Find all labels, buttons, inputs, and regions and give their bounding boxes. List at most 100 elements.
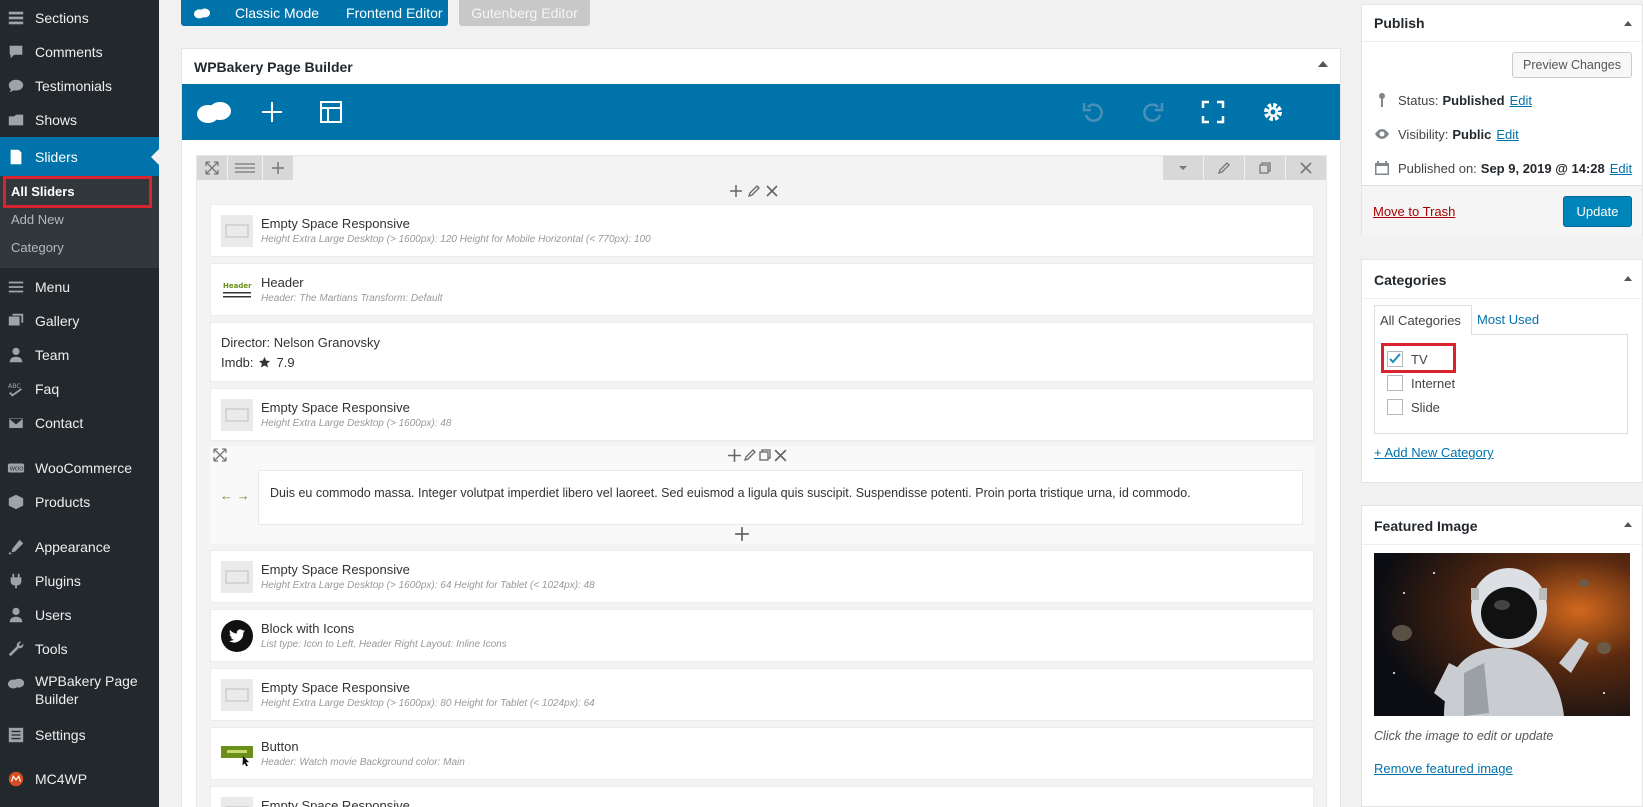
sidebar-item-label: Gallery [35,313,80,329]
element-empty-space[interactable]: Empty Space Responsive Height Extra Larg… [210,668,1314,721]
preview-changes-button[interactable]: Preview Changes [1512,52,1632,78]
sidebar-item-faq[interactable]: ABC Faq [0,377,159,401]
inner-clone-icon[interactable] [758,448,772,462]
publish-toggle-icon[interactable] [1624,21,1632,26]
element-params: Height Extra Large Desktop (> 1600px): 4… [261,418,452,429]
inner-edit-icon[interactable] [743,448,757,462]
submenu-category[interactable]: Category [11,240,64,255]
column-add-icon[interactable] [729,184,743,198]
sidebar-item-users[interactable]: Users [0,603,159,627]
update-button[interactable]: Update [1563,196,1632,227]
element-empty-space[interactable]: Empty Space Responsive [210,786,1314,807]
sidebar-item-label: Menu [35,279,71,295]
row-add-column-icon[interactable] [263,156,293,180]
featured-image-thumbnail[interactable] [1374,553,1630,716]
element-text-block[interactable]: Duis eu commodo massa. Integer volutpat … [258,470,1303,525]
sidebar-item-label: MC4WP [35,771,88,787]
sidebar-item-sections[interactable]: Sections [0,6,159,30]
sidebar-item-woocommerce[interactable]: WOO WooCommerce [0,456,159,480]
element-name: Empty Space Responsive [261,562,410,577]
category-item-internet[interactable]: Internet [1387,375,1455,391]
edit-visibility-link[interactable]: Edit [1496,127,1518,142]
panel-toggle-icon[interactable] [1318,61,1328,67]
wpbakery-toolbar [182,84,1340,140]
inner-row-controls [727,448,788,463]
published-on-row: Published on: Sep 9, 2019 @ 14:28 Edit [1374,160,1632,176]
gutenberg-editor-button[interactable]: Gutenberg Editor [459,0,590,26]
featured-image-title: Featured Image [1374,518,1478,534]
inner-add-element-icon[interactable] [734,526,750,542]
element-empty-space[interactable]: Empty Space Responsive Height Extra Larg… [210,550,1314,603]
row-delete-icon[interactable] [1286,156,1326,180]
element-empty-space[interactable]: Empty Space Responsive Height Extra Larg… [210,204,1314,257]
sections-icon [6,8,26,28]
row-move-icon[interactable] [197,156,227,180]
element-button[interactable]: Button Header: Watch movie Background co… [210,727,1314,780]
sidebar-item-gallery[interactable]: Gallery [0,309,159,333]
separator [1362,544,1642,545]
edit-date-link[interactable]: Edit [1610,161,1632,176]
gear-icon[interactable] [1259,98,1287,126]
sidebar-item-appearance[interactable]: Appearance [0,535,159,559]
category-item-slide[interactable]: Slide [1387,399,1440,415]
sidebar-item-shows[interactable]: Shows [0,108,159,132]
redo-icon[interactable] [1139,98,1167,126]
element-block-with-icons[interactable]: Block with Icons List type: Icon to Left… [210,609,1314,662]
sidebar-item-settings[interactable]: Settings [0,723,159,747]
add-new-category-link[interactable]: + Add New Category [1374,445,1494,460]
row-clone-icon[interactable] [1245,156,1285,180]
sidebar-item-products[interactable]: Products [0,490,159,514]
fullscreen-icon[interactable] [1199,98,1227,126]
remove-featured-image-link[interactable]: Remove featured image [1374,761,1513,776]
sidebar-item-sliders[interactable]: Sliders [0,137,159,176]
column-delete-icon[interactable] [765,184,779,198]
sidebar-item-mc4wp[interactable]: MC4WP [0,767,159,791]
element-empty-space[interactable]: Empty Space Responsive Height Extra Larg… [210,388,1314,441]
column-edit-icon[interactable] [747,184,761,198]
sidebar-item-testimonials[interactable]: Testimonials [0,74,159,98]
eye-icon [1375,129,1389,139]
sidebar-item-tools[interactable]: Tools [0,637,159,661]
templates-icon[interactable] [317,98,345,126]
classic-mode-button[interactable]: Classic Mode [235,5,319,21]
tab-all-categories[interactable]: All Categories [1374,305,1472,335]
frontend-editor-button[interactable]: Frontend Editor [346,5,443,21]
sidebar-item-menu[interactable]: Menu [0,275,159,299]
row-layout-icon[interactable] [228,156,262,180]
element-header[interactable]: Header Header Header: The Martians Trans… [210,263,1314,316]
inner-delete-icon[interactable] [773,448,788,463]
submenu-add-new[interactable]: Add New [11,212,64,227]
add-element-icon[interactable] [258,98,286,126]
move-to-trash-link[interactable]: Move to Trash [1373,204,1455,219]
inner-row-move-icon[interactable] [213,448,227,462]
sidebar-item-label: Team [35,347,70,363]
wpbakery-cloud-icon[interactable] [196,98,232,126]
checkbox-internet[interactable] [1387,375,1403,391]
empty-space-icon [221,399,253,431]
tab-most-used[interactable]: Most Used [1477,312,1539,327]
sidebar-item-plugins[interactable]: Plugins [0,569,159,593]
sidebar-item-label: Contact [35,415,84,431]
inner-add-icon[interactable] [727,448,742,463]
element-text-director[interactable]: Director: Nelson Granovsky Imdb: 7.9 [210,322,1314,382]
sidebar-item-comments[interactable]: Comments [0,40,159,64]
wpbakery-icon [6,674,26,694]
edit-status-link[interactable]: Edit [1510,93,1532,108]
sidebar-item-contact[interactable]: Contact [0,411,159,435]
categories-title: Categories [1374,272,1447,288]
calendar-icon [1375,161,1389,175]
admin-sidebar: Sections Comments Testimonials Shows Sli… [0,0,159,807]
element-params: Height Extra Large Desktop (> 1600px): 6… [261,580,595,591]
sidebar-item-wpbakery[interactable]: WPBakery Page Builder [0,672,159,708]
undo-icon[interactable] [1079,98,1107,126]
sidebar-item-team[interactable]: Team [0,343,159,367]
row-edit-icon[interactable] [1204,156,1244,180]
row-controls-right [1162,156,1326,180]
featured-toggle-icon[interactable] [1624,522,1632,527]
plugins-icon [6,571,26,591]
builder-row: Empty Space Responsive Height Extra Larg… [196,155,1327,807]
categories-box: Categories All Categories Most Used TV I… [1361,259,1643,483]
categories-toggle-icon[interactable] [1624,276,1632,281]
checkbox-slide[interactable] [1387,399,1403,415]
row-collapse-icon[interactable] [1163,156,1203,180]
